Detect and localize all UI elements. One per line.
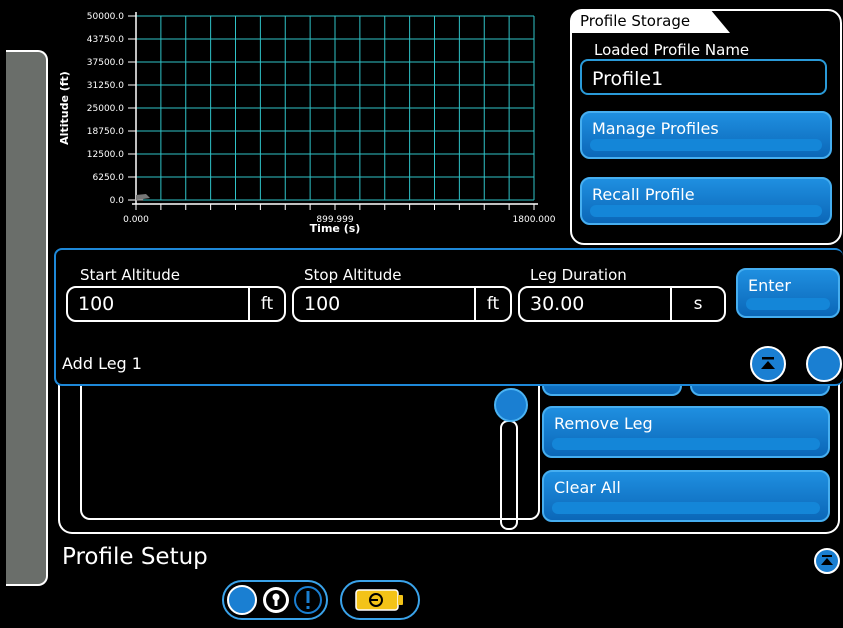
y-tick-label: 50000.0 (87, 12, 124, 22)
collapse-up-icon[interactable] (750, 346, 786, 382)
start-altitude-label: Start Altitude (80, 266, 181, 284)
loaded-profile-label: Loaded Profile Name (594, 41, 750, 59)
battery-icon (355, 589, 403, 611)
side-panel-tab[interactable] (6, 50, 48, 586)
chart-svg: 50000.0 43750.0 37500.0 31250.0 25000.0 18750… (58, 12, 556, 235)
start-altitude-field[interactable]: 100 ft (66, 286, 286, 322)
start-altitude-value: 100 (78, 293, 115, 315)
x-axis-label: Time (s) (310, 222, 361, 235)
stop-altitude-unit: ft (474, 288, 510, 320)
y-axis-label: Altitude (ft) (58, 71, 71, 145)
altitude-series-marker (136, 194, 150, 200)
altitude-chart: 50000.0 43750.0 37500.0 31250.0 25000.0 18750… (56, 4, 570, 248)
y-tick-label: 43750.0 (87, 35, 124, 45)
stop-altitude-value: 100 (304, 293, 341, 315)
leg-duration-field[interactable]: 30.00 s (518, 286, 726, 322)
recall-profile-button[interactable]: Recall Profile (580, 177, 832, 225)
add-leg-title: Add Leg 1 (62, 354, 142, 373)
remove-leg-button[interactable]: Remove Leg (542, 406, 830, 458)
enter-label: Enter (748, 276, 791, 295)
leg-duration-label: Leg Duration (530, 266, 627, 284)
expand-circle-button[interactable] (806, 346, 842, 382)
add-leg-dialog: Start Altitude 100 ft Stop Altitude 100 … (54, 248, 843, 386)
x-tick-label: 0.000 (123, 215, 149, 225)
y-tick-label: 25000.0 (87, 104, 124, 114)
leg-list-scroll-thumb[interactable] (494, 388, 528, 422)
clear-all-button[interactable]: Clear All (542, 470, 830, 522)
manage-profiles-button[interactable]: Manage Profiles (580, 111, 832, 159)
profile-storage-title: Profile Storage (570, 9, 730, 33)
leg-list-scrollbar[interactable] (500, 420, 518, 530)
enter-button[interactable]: Enter (736, 268, 840, 318)
stop-altitude-field[interactable]: 100 ft (292, 286, 512, 322)
recall-profile-label: Recall Profile (592, 185, 695, 204)
y-tick-label: 0.0 (110, 196, 125, 206)
status-indicator-group[interactable] (222, 580, 328, 620)
remove-leg-label: Remove Leg (554, 414, 653, 433)
collapse-up-icon[interactable] (814, 548, 840, 574)
battery-indicator[interactable] (340, 580, 420, 620)
start-altitude-unit: ft (248, 288, 284, 320)
manage-profiles-label: Manage Profiles (592, 119, 719, 138)
leg-duration-unit: s (670, 288, 724, 320)
leg-list[interactable] (80, 380, 540, 520)
loaded-profile-field: Profile1 (580, 59, 827, 95)
y-tick-label: 6250.0 (93, 173, 125, 183)
y-tick-label: 37500.0 (87, 58, 124, 68)
y-tick-label: 12500.0 (87, 150, 124, 160)
profile-storage-panel: Profile Storage Loaded Profile Name Prof… (570, 9, 842, 245)
status-toggle-icon (227, 585, 257, 615)
y-tick-label: 31250.0 (87, 81, 124, 91)
clear-all-label: Clear All (554, 478, 621, 497)
leg-duration-value: 30.00 (530, 293, 585, 315)
y-tick-label: 18750.0 (87, 127, 124, 137)
x-tick-label: 1800.000 (513, 215, 556, 225)
collapse-up-icon-glyph (761, 357, 775, 369)
stop-altitude-label: Stop Altitude (304, 266, 402, 284)
profile-leg-panel: Remove Leg Clear All (58, 360, 840, 534)
page-title: Profile Setup (62, 544, 208, 570)
